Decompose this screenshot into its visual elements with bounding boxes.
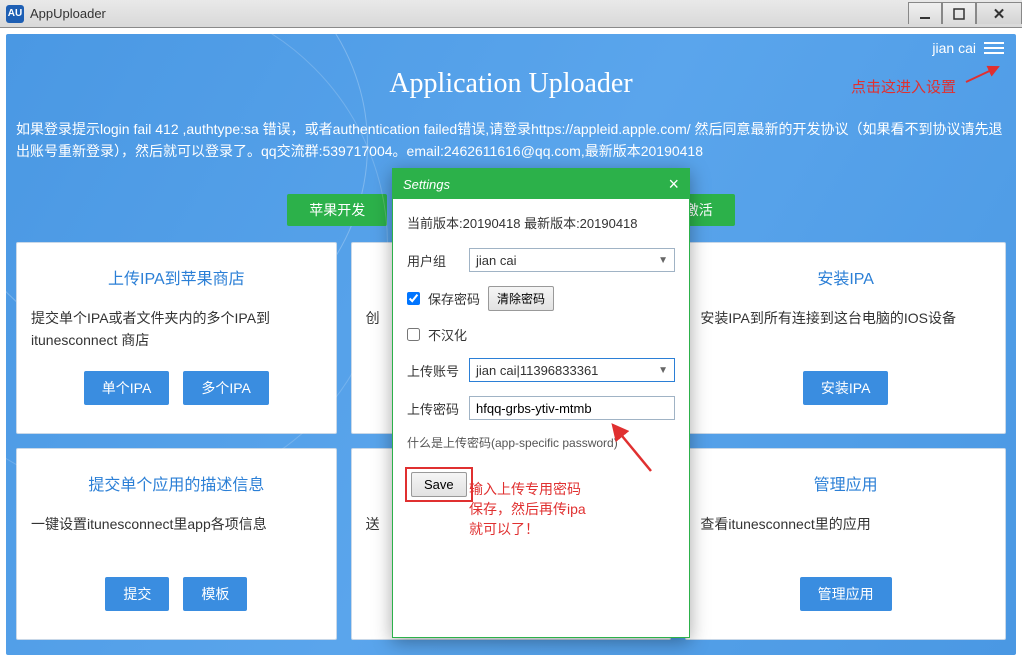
save-button-highlight: Save — [407, 469, 471, 500]
upload-account-label: 上传账号 — [407, 361, 461, 380]
no-localize-checkbox[interactable] — [407, 328, 420, 341]
version-line: 当前版本:20190418 最新版本:20190418 — [407, 213, 675, 232]
save-password-checkbox[interactable] — [407, 292, 420, 305]
window-title: AppUploader — [30, 6, 106, 21]
card-desc: 安装IPA到所有连接到这台电脑的IOS设备 — [700, 307, 991, 357]
manage-apps-button[interactable]: 管理应用 — [800, 577, 892, 611]
card-desc: 提交单个IPA或者文件夹内的多个IPA到itunesconnect 商店 — [31, 307, 322, 357]
card-submit-desc: 提交单个应用的描述信息 一键设置itunesconnect里app各项信息 提交… — [16, 448, 337, 640]
multi-ipa-button[interactable]: 多个IPA — [183, 371, 269, 405]
user-group-value: jian cai — [476, 253, 516, 268]
upload-password-label: 上传密码 — [407, 399, 461, 418]
save-password-label: 保存密码 — [428, 289, 480, 308]
hamburger-icon — [984, 42, 1004, 44]
install-ipa-button[interactable]: 安装IPA — [803, 371, 889, 405]
upload-account-select[interactable]: jian cai|11396833361 ▼ — [469, 358, 675, 382]
chevron-down-icon: ▼ — [658, 365, 668, 376]
maximize-button[interactable] — [942, 2, 976, 24]
template-button[interactable]: 模板 — [183, 577, 247, 611]
close-window-button[interactable]: ✕ — [976, 2, 1022, 24]
no-localize-label: 不汉化 — [428, 325, 467, 344]
red-annotation-text: 输入上传专用密码 保存，然后再传ipa 就可以了！ — [469, 479, 586, 539]
card-desc: 一键设置itunesconnect里app各项信息 — [31, 513, 322, 563]
save-button[interactable]: Save — [411, 472, 467, 497]
card-install-ipa: 安装IPA 安装IPA到所有连接到这台电脑的IOS设备 安装IPA — [685, 242, 1006, 434]
red-annotation-arrow-icon — [607, 421, 657, 477]
upload-account-value: jian cai|11396833361 — [476, 363, 598, 378]
submit-button[interactable]: 提交 — [105, 577, 169, 611]
card-manage-apps: 管理应用 查看itunesconnect里的应用 管理应用 — [685, 448, 1006, 640]
chevron-down-icon: ▼ — [658, 255, 668, 266]
card-title: 管理应用 — [814, 471, 878, 495]
card-title: 安装IPA — [817, 265, 874, 289]
maximize-icon — [953, 8, 965, 20]
user-group-label: 用户组 — [407, 251, 461, 270]
settings-modal: Settings × 当前版本:20190418 最新版本:20190418 用… — [392, 168, 690, 638]
card-upload-ipa: 上传IPA到苹果商店 提交单个IPA或者文件夹内的多个IPA到itunescon… — [16, 242, 337, 434]
modal-close-button[interactable]: × — [668, 174, 679, 195]
minimize-button[interactable] — [908, 2, 942, 24]
single-ipa-button[interactable]: 单个IPA — [84, 371, 170, 405]
card-desc: 查看itunesconnect里的应用 — [700, 513, 991, 563]
nav-button-dev[interactable]: 苹果开发 — [287, 194, 387, 226]
app-icon: AU — [6, 5, 24, 23]
user-name-label: jian cai — [932, 40, 976, 56]
minimize-icon — [919, 8, 931, 20]
close-icon: × — [668, 174, 679, 194]
notice-text: 如果登录提示login fail 412 ,authtype:sa 错误，或者a… — [16, 118, 1006, 162]
settings-menu-button[interactable] — [984, 42, 1004, 54]
window-titlebar: AU AppUploader ✕ — [0, 0, 1022, 28]
user-group-select[interactable]: jian cai ▼ — [469, 248, 675, 272]
card-title: 提交单个应用的描述信息 — [88, 471, 264, 495]
page-title: Application Uploader — [6, 68, 1016, 100]
card-title: 上传IPA到苹果商店 — [108, 265, 245, 289]
upload-password-input[interactable] — [469, 396, 675, 420]
clear-password-button[interactable]: 清除密码 — [488, 286, 554, 311]
modal-header[interactable]: Settings × — [393, 169, 689, 199]
modal-title: Settings — [403, 177, 450, 192]
close-icon: ✕ — [993, 5, 1006, 23]
